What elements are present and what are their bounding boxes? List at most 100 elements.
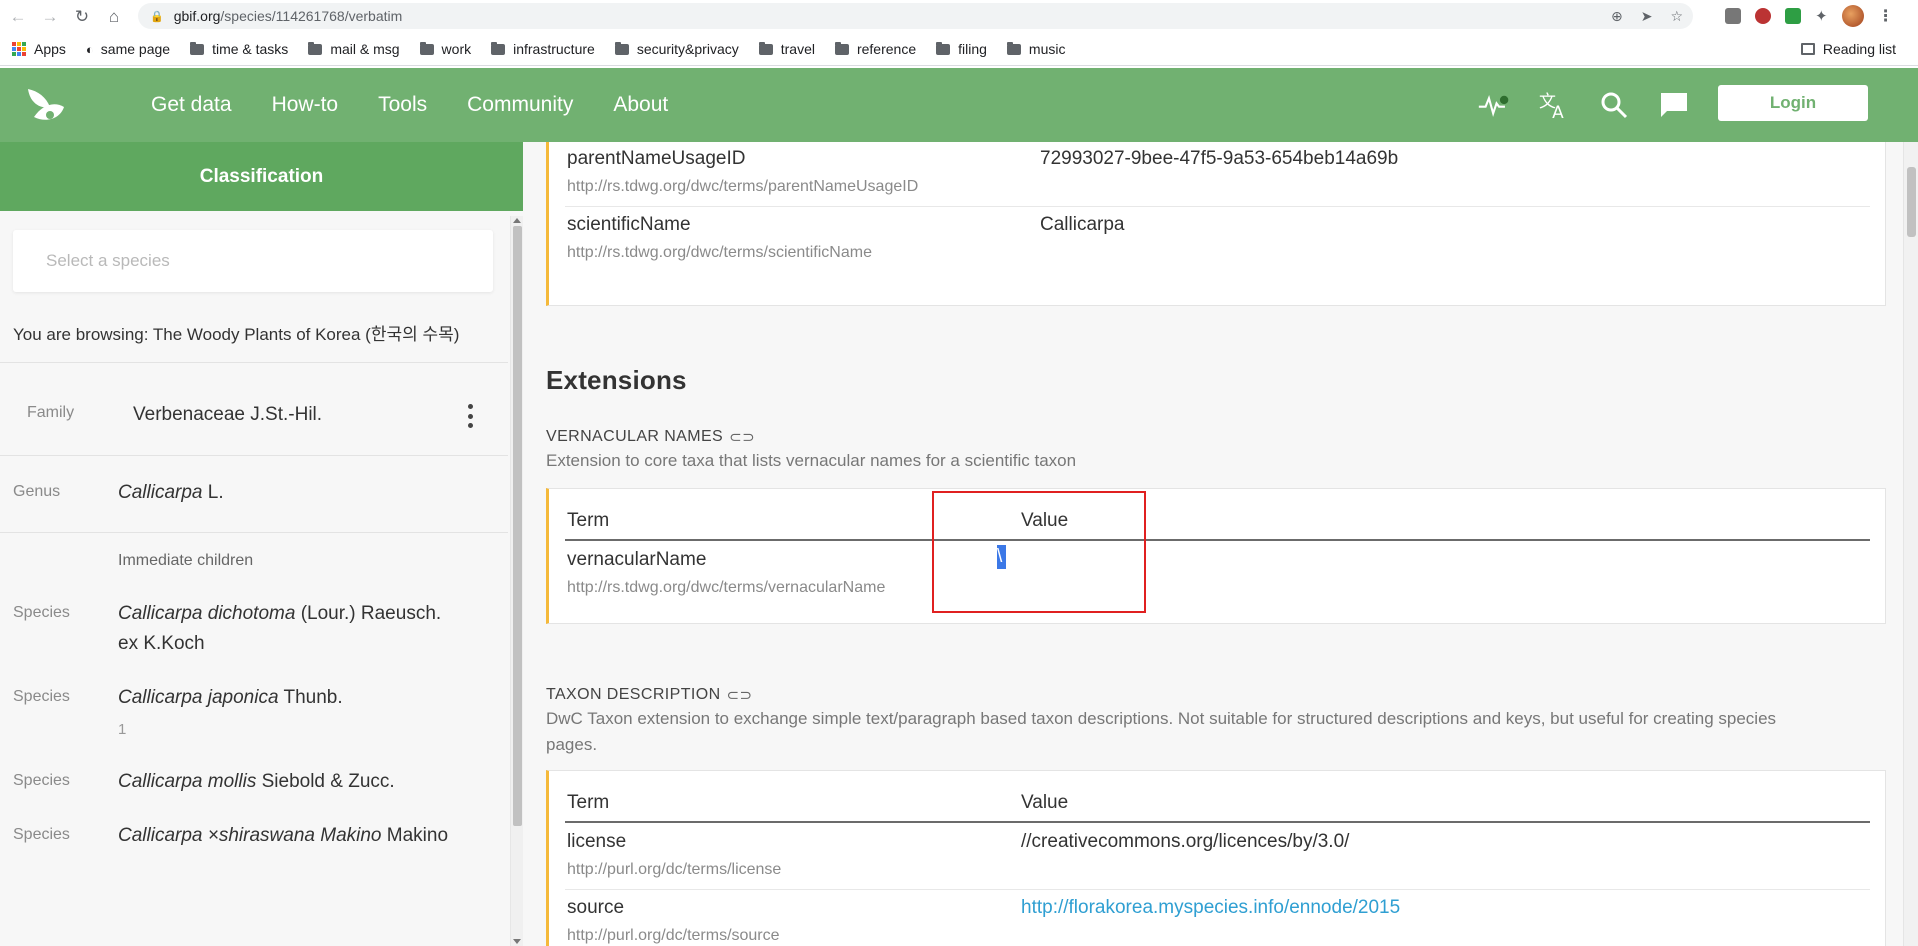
verbatim-content: parentNameUsageID http://rs.tdwg.org/dwc… <box>523 142 1903 946</box>
family-rank-label: Family <box>27 404 75 421</box>
folder-icon <box>834 41 849 55</box>
reading-list-label: Reading list <box>1822 41 1896 57</box>
bookmark-folder[interactable]: filing <box>936 41 987 57</box>
species-rank-label: Species <box>13 826 70 843</box>
folder-icon <box>614 41 629 55</box>
term-uri[interactable]: http://rs.tdwg.org/dwc/terms/scientificN… <box>567 244 872 262</box>
page-scroll-thumb[interactable] <box>1907 167 1916 237</box>
send-icon[interactable]: ➤ <box>1641 8 1653 25</box>
nav-how-to[interactable]: How-to <box>272 93 339 117</box>
bookmark-label: same page <box>100 41 171 57</box>
species-author: (Lour.) Raeusch. <box>295 603 442 624</box>
bookmark-folder[interactable]: security&privacy <box>614 41 739 57</box>
folder-icon <box>758 41 773 55</box>
link-icon[interactable]: ⊂⊃ <box>729 428 755 446</box>
checkmark-extension-icon[interactable] <box>1785 8 1801 24</box>
species-italic-name: Callicarpa ×shiraswana Makino <box>118 825 382 846</box>
bookmark-apps[interactable]: Apps <box>12 41 66 57</box>
species-author: Thunb. <box>278 687 343 708</box>
species-rank-label: Species <box>13 604 70 621</box>
page-scrollbar[interactable] <box>1903 142 1918 946</box>
extensions-heading: Extensions <box>546 365 687 395</box>
extension-icon[interactable] <box>1725 8 1741 24</box>
feedback-chat-icon[interactable] <box>1658 89 1690 121</box>
genus-name[interactable]: Callicarpa L. <box>118 478 224 508</box>
puzzle-icon[interactable]: ✦ <box>1815 7 1828 25</box>
bookmark-folder[interactable]: infrastructure <box>491 41 595 57</box>
header-underline <box>565 821 1870 823</box>
species-name-mollis[interactable]: Callicarpa mollis Siebold & Zucc. <box>118 767 395 797</box>
nav-about[interactable]: About <box>613 93 668 117</box>
immediate-children-label: Immediate children <box>118 552 254 569</box>
nav-tools[interactable]: Tools <box>378 93 427 117</box>
species-name-japonica[interactable]: Callicarpa japonica Thunb. <box>118 683 343 713</box>
reading-list-button[interactable]: Reading list <box>1800 41 1896 57</box>
bookmark-folder[interactable]: time & tasks <box>190 41 288 57</box>
nav-get-data[interactable]: Get data <box>151 93 232 117</box>
search-icon[interactable] <box>1598 89 1630 121</box>
reading-list-icon <box>1800 43 1815 55</box>
browsing-dataset-text: You are browsing: The Woody Plants of Ko… <box>13 325 460 344</box>
term-value: Callicarpa <box>1040 214 1125 235</box>
bookmark-same-page[interactable]: ◐ same page <box>86 41 170 57</box>
divider <box>0 532 508 533</box>
address-bar[interactable]: 🔒 gbif.org/species/114261768/verbatim ⊕ … <box>138 3 1693 29</box>
species-name-shiraswana[interactable]: Callicarpa ×shiraswana Makino Makino <box>118 821 448 851</box>
gbif-logo-icon[interactable] <box>20 83 66 127</box>
scroll-up-arrow[interactable] <box>513 218 521 223</box>
folder-icon <box>491 41 506 55</box>
term-uri[interactable]: http://rs.tdwg.org/dwc/terms/vernacularN… <box>567 579 885 597</box>
link-icon[interactable]: ⊂⊃ <box>727 686 753 704</box>
bookmark-label: infrastructure <box>513 41 595 57</box>
sidebar-scroll-thumb[interactable] <box>513 226 522 826</box>
species-name-dichotoma[interactable]: Callicarpa dichotoma (Lour.) Raeusch. <box>118 599 441 629</box>
main-nav: Get data How-to Tools Community About <box>151 68 708 142</box>
genus-rank-label: Genus <box>13 483 61 500</box>
sidebar-scrollbar[interactable] <box>510 216 523 946</box>
back-icon[interactable]: ← <box>4 3 32 31</box>
term-uri[interactable]: http://rs.tdwg.org/dwc/terms/parentNameU… <box>567 178 918 196</box>
health-pulse-icon[interactable] <box>1478 89 1510 121</box>
login-button[interactable]: Login <box>1718 85 1868 121</box>
term-uri[interactable]: http://purl.org/dc/terms/source <box>567 927 780 945</box>
more-options-icon[interactable] <box>466 404 474 428</box>
species-rank-label: Species <box>13 772 70 789</box>
genus-author: L. <box>202 482 224 503</box>
reload-icon[interactable]: ↻ <box>68 3 96 31</box>
classification-title: Classification <box>0 142 523 211</box>
genus-italic-name: Callicarpa <box>118 482 203 503</box>
bookmark-label: filing <box>958 41 987 57</box>
bookmark-folder[interactable]: work <box>419 41 471 57</box>
nav-community[interactable]: Community <box>467 93 573 117</box>
species-select-input[interactable]: Select a species <box>13 230 493 292</box>
divider <box>0 362 508 363</box>
forward-icon[interactable]: → <box>36 3 64 31</box>
scroll-down-arrow[interactable] <box>513 939 521 944</box>
bookmark-label: time & tasks <box>212 41 289 57</box>
browser-menu-icon[interactable]: ⋮ <box>1878 6 1894 26</box>
bookmark-folder[interactable]: mail & msg <box>308 41 400 57</box>
vernacular-names-label: VERNACULAR NAMES ⊂⊃ <box>546 428 755 446</box>
bookmark-folder[interactable]: reference <box>834 41 916 57</box>
bookmark-folder[interactable]: music <box>1006 41 1065 57</box>
bookmark-label: Apps <box>34 41 66 57</box>
zoom-icon[interactable]: ⊕ <box>1611 8 1623 25</box>
family-name[interactable]: Verbenaceae J.St.-Hil. <box>133 400 322 430</box>
term-uri[interactable]: http://purl.org/dc/terms/license <box>567 861 781 879</box>
source-link[interactable]: http://florakorea.myspecies.info/ennode/… <box>1021 897 1400 919</box>
folder-icon <box>1006 41 1021 55</box>
translate-icon[interactable]: 文A <box>1538 89 1570 121</box>
species-author: Makino <box>381 825 449 846</box>
star-icon[interactable]: ☆ <box>1670 8 1683 25</box>
browser-toolbar: ← → ↻ ⌂ 🔒 gbif.org/species/114261768/ver… <box>0 0 1918 33</box>
term-value: //creativecommons.org/licences/by/3.0/ <box>1021 831 1350 852</box>
bookmark-folder[interactable]: travel <box>758 41 815 57</box>
extension-icon[interactable] <box>1755 8 1771 24</box>
taxon-description-card: Term Value license http://purl.org/dc/te… <box>546 770 1886 946</box>
term-value: 72993027-9bee-47f5-9a53-654beb14a69b <box>1040 148 1399 169</box>
taxon-description-label: TAXON DESCRIPTION ⊂⊃ <box>546 686 752 704</box>
home-icon[interactable]: ⌂ <box>100 3 128 31</box>
profile-avatar[interactable] <box>1841 5 1864 27</box>
species-count: 1 <box>118 721 127 738</box>
term-license: license <box>567 831 627 852</box>
